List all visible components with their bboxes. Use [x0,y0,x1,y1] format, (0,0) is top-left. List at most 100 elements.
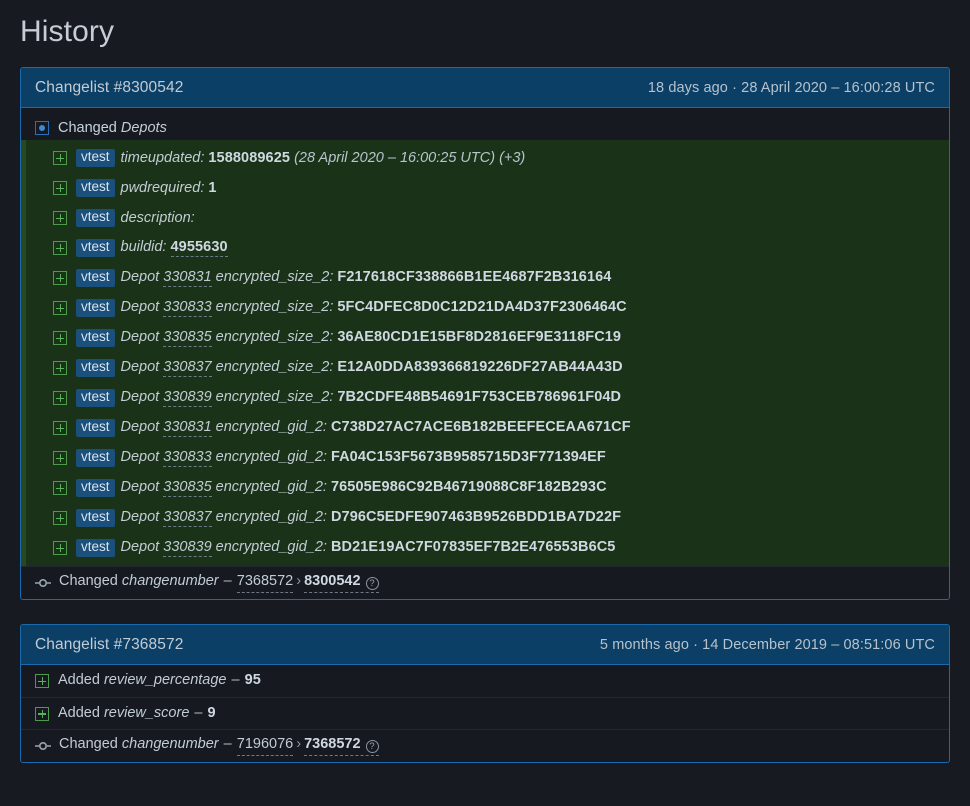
depot-value: 36AE80CD1E15BF8D2816EF9E3118FC19 [337,329,622,345]
item-value: 95 [244,672,261,689]
depot-id-link[interactable]: 330839 [163,539,212,557]
item-field: review_score [103,704,190,721]
depot-change-row: vtest Depot 330839 encrypted_gid_2: BD21E… [26,533,949,563]
branch-badge: vtest [76,448,115,468]
cn-dash: – [223,573,232,590]
depot-id-link[interactable]: 330831 [163,269,212,287]
changelist-timestamp: 18 days ago · 28 April 2020 – 16:00:28 U… [647,79,935,96]
depot-id-link[interactable]: 330837 [163,509,212,527]
question-mark-circle-icon[interactable]: ? [365,740,379,754]
added-square-icon [53,421,67,435]
depot-key: encrypted_gid_2: [215,479,327,495]
change-field: Depots [120,120,167,136]
added-square-icon [53,451,67,465]
depot-id-link[interactable]: 330833 [163,449,212,467]
changelist-timestamp: 5 months ago · 14 December 2019 – 08:51:… [599,636,935,653]
added-square-icon [53,301,67,315]
depot-key: encrypted_size_2: [215,329,334,345]
commit-node-icon [35,576,51,590]
cn-new-value[interactable]: 7368572 [304,736,360,753]
depot-value: 1588089625 [208,150,291,166]
question-mark-circle-icon[interactable]: ? [365,577,379,591]
depot-change-row: vtest Depot 330831 encrypted_size_2: F217… [26,263,949,293]
branch-badge: vtest [76,418,115,438]
added-square-icon [53,541,67,555]
depot-change-row: vtest pwdrequired: 1 [26,173,949,203]
cn-old-value[interactable]: 7196076 [236,736,294,756]
depot-word: Depot [120,359,164,375]
depot-id-link[interactable]: 330835 [163,479,212,497]
depot-value: C738D27AC7ACE6B182BEEFECEAA671CF [330,419,631,435]
branch-badge: vtest [76,268,115,288]
item-field: review_percentage [103,672,227,689]
depot-key: encrypted_size_2: [215,269,334,285]
depot-id-link[interactable]: 330837 [163,359,212,377]
depot-change-row: vtest Depot 330835 encrypted_gid_2: 76505… [26,473,949,503]
item-verb: Added [58,704,100,721]
cn-arrow: › [296,573,302,590]
depot-word: Depot [120,479,164,495]
cn-new-wrap: 8300542? [304,573,379,593]
depot-row-text: Depot 330831 encrypted_gid_2: C738D27AC7… [121,419,631,437]
added-square-icon [53,211,67,225]
branch-badge: vtest [76,388,115,408]
branch-badge: vtest [76,328,115,348]
depot-key: encrypted_gid_2: [215,419,327,435]
cn-new-value[interactable]: 8300542 [304,573,360,590]
change-verb: Changed [58,120,117,136]
depot-word: Depot [120,419,164,435]
branch-badge: vtest [76,508,115,528]
depot-row-text: buildid: 4955630 [121,239,228,257]
depot-change-row: vtest description: [26,203,949,233]
branch-badge: vtest [76,148,115,168]
depot-id-link[interactable]: 330833 [163,299,212,317]
depot-id-link[interactable]: 330835 [163,329,212,347]
depot-value: FA04C153F5673B9585715D3F771394EF [330,449,606,465]
page-title: History [20,15,115,48]
cn-verb: Changed [59,736,118,753]
depot-key: pwdrequired: [120,180,205,196]
depot-row-text: Depot 330833 encrypted_size_2: 5FC4DFEC8… [121,299,627,317]
changed-depots-label: Changed Depots [58,120,167,136]
added-square-icon [35,674,49,688]
added-square-icon [53,271,67,285]
added-square-icon [53,391,67,405]
depot-change-row: vtest Depot 330837 encrypted_size_2: E12A… [26,353,949,383]
depot-value: 7B2CDFE48B54691F753CEB786961F04D [337,389,622,405]
changed-depots-heading: Changed Depots [21,116,949,140]
added-square-icon [53,511,67,525]
depot-value[interactable]: 4955630 [170,239,228,257]
depot-change-row: vtest Depot 330833 encrypted_size_2: 5FC4… [26,293,949,323]
branch-badge: vtest [76,178,115,198]
depot-value-meta: (28 April 2020 – 16:00:25 UTC) (+3) [294,150,526,166]
changelist-header: Changelist #8300542 18 days ago · 28 Apr… [21,68,949,108]
cn-dash: – [223,736,232,753]
changelist-body: Added review_percentage – 95 Added revie… [21,665,949,762]
changenumber-row: Changed changenumber – 7196076 › 7368572? [21,729,949,762]
depot-change-row: vtest Depot 330835 encrypted_size_2: 36AE… [26,323,949,353]
changelist-header: Changelist #7368572 5 months ago · 14 De… [21,625,949,665]
changelist-title: Changelist #7368572 [35,635,184,653]
depot-id-link[interactable]: 330831 [163,419,212,437]
depot-value: 76505E986C92B46719088C8F182B293C [330,479,607,495]
branch-badge: vtest [76,358,115,378]
list-item: Added review_percentage – 95 [21,665,949,697]
added-square-icon [53,481,67,495]
item-dash: – [231,672,240,689]
depot-row-text: Depot 330833 encrypted_gid_2: FA04C153F5… [121,449,606,467]
depot-key: description: [120,210,195,226]
changelist-body: Changed Depots vtest timeupdated: 1588089… [21,108,949,599]
depot-value: 5FC4DFEC8D0C12D21DA4D37F2306464C [337,299,627,315]
changelist-card: Changelist #7368572 5 months ago · 14 De… [20,624,950,763]
commit-node-icon [35,739,51,753]
cn-new-wrap: 7368572? [304,736,379,756]
depot-key: encrypted_gid_2: [215,449,327,465]
depot-row-text: timeupdated: 1588089625 (28 April 2020 –… [121,150,526,166]
added-square-icon [53,331,67,345]
depot-id-link[interactable]: 330839 [163,389,212,407]
changenumber-text: Changed changenumber – 7196076 › 7368572? [59,736,379,756]
list-item-text: Added review_percentage – 95 [58,672,261,689]
cn-old-value[interactable]: 7368572 [236,573,294,593]
branch-badge: vtest [76,208,115,228]
